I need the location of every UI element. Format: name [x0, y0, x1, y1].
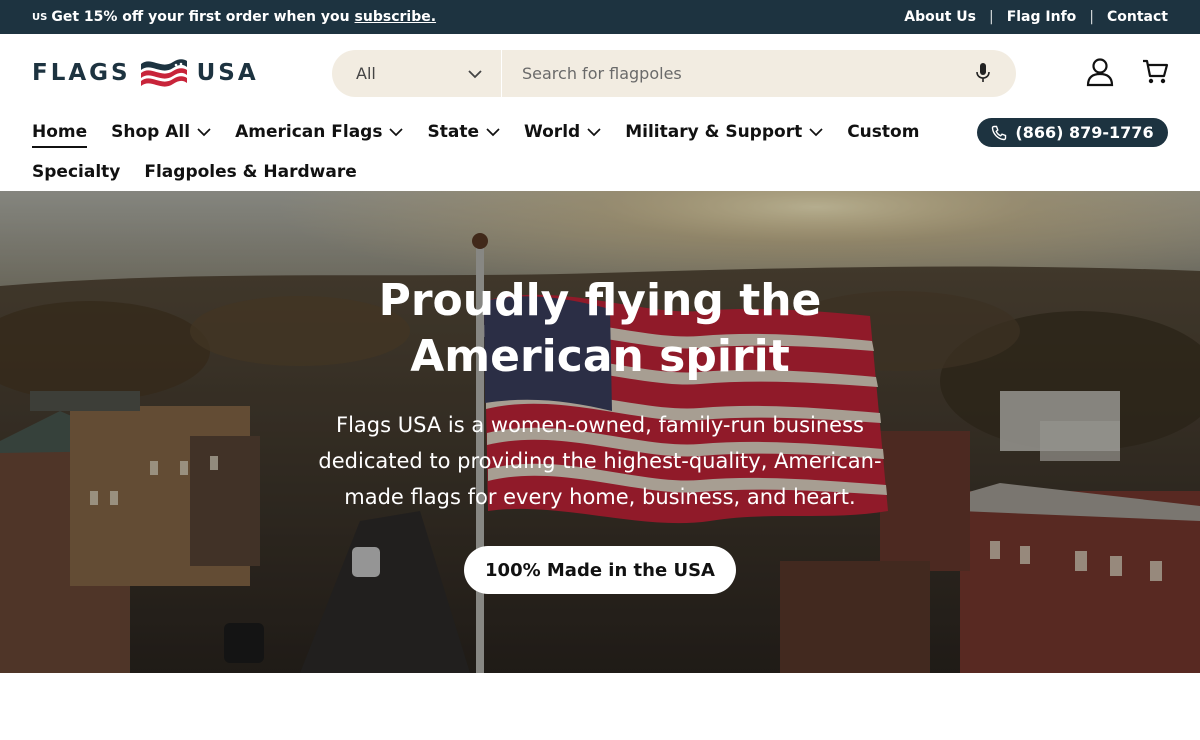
chevron-down-icon: [587, 128, 601, 137]
nav-world[interactable]: World: [524, 122, 601, 142]
logo[interactable]: FLAGS USA: [32, 55, 259, 91]
divider: |: [1089, 9, 1094, 25]
utility-links: About Us | Flag Info | Contact: [904, 0, 1168, 34]
hero-banner: Proudly flying the American spirit Flags…: [0, 191, 1200, 673]
phone-number: (866) 879-1776: [1015, 123, 1154, 142]
search-input[interactable]: [522, 50, 952, 97]
logo-text-left: FLAGS: [32, 60, 131, 86]
account-icon[interactable]: [1085, 57, 1115, 87]
main-nav-overflow: Specialty Flagpoles & Hardware: [32, 158, 381, 186]
search-bar: All: [332, 50, 1016, 97]
search-category-select[interactable]: All: [332, 50, 502, 97]
announcement-promo: US Get 15% off your first order when you…: [32, 0, 436, 34]
announcement-bar: US Get 15% off your first order when you…: [0, 0, 1200, 34]
contact-link[interactable]: Contact: [1107, 9, 1168, 25]
chevron-down-icon: [389, 128, 404, 137]
chevron-down-icon: [486, 128, 500, 137]
hero-text-line: made flags for every home, business, and…: [344, 485, 856, 509]
nav-label: Home: [32, 122, 88, 142]
chevron-down-icon: [468, 70, 482, 79]
divider: |: [988, 9, 994, 25]
flag-info-link[interactable]: Flag Info: [1007, 9, 1077, 25]
hero-title-line: American spirit: [410, 331, 790, 382]
nav-label: World: [523, 122, 581, 142]
hero-text-line: Flags USA is a women-owned, family-run b…: [336, 413, 864, 437]
nav-label: Custom: [847, 122, 920, 142]
nav-label: State: [427, 122, 479, 142]
nav-label: Military & Support: [625, 122, 803, 142]
hero-title: Proudly flying the American spirit: [0, 273, 1200, 385]
main-nav: Home Shop All American Flags State World…: [32, 118, 943, 148]
cart-icon[interactable]: [1141, 58, 1169, 86]
nav-military-support[interactable]: Military & Support: [625, 122, 823, 142]
nav-specialty[interactable]: Specialty: [32, 162, 120, 182]
hero-title-line: Proudly flying the: [378, 275, 822, 326]
phone-icon: [992, 125, 1007, 140]
nav-label: Flagpoles & Hardware: [144, 162, 357, 182]
hero-description: Flags USA is a women-owned, family-run b…: [300, 407, 900, 515]
nav-home[interactable]: Home: [32, 122, 88, 148]
nav-shop-all[interactable]: Shop All: [111, 122, 211, 142]
promo-text: Get 15% off your first order when you: [51, 9, 350, 25]
chevron-down-icon: [809, 128, 823, 137]
phone-button[interactable]: (866) 879-1776: [977, 118, 1168, 147]
nav-custom[interactable]: Custom: [847, 122, 919, 142]
nav-label: American Flags: [235, 122, 383, 142]
logo-text-right: USA: [196, 60, 259, 86]
nav-label: Specialty: [32, 162, 121, 182]
chevron-down-icon: [197, 128, 211, 137]
search-category-value: All: [356, 64, 376, 83]
nav-american-flags[interactable]: American Flags: [235, 122, 404, 142]
made-in-usa-button[interactable]: 100% Made in the USA: [464, 546, 736, 594]
about-us-link[interactable]: About Us: [904, 9, 976, 25]
microphone-icon[interactable]: [974, 62, 992, 84]
waving-flag-logo-icon: [140, 59, 187, 87]
hero-text-line: dedicated to providing the highest-quali…: [318, 449, 882, 473]
nav-flagpoles-hardware[interactable]: Flagpoles & Hardware: [144, 162, 356, 182]
subscribe-link[interactable]: subscribe.: [355, 9, 437, 25]
nav-label: Shop All: [111, 122, 191, 142]
us-flag-icon: US: [32, 11, 48, 23]
nav-state[interactable]: State: [427, 122, 500, 142]
